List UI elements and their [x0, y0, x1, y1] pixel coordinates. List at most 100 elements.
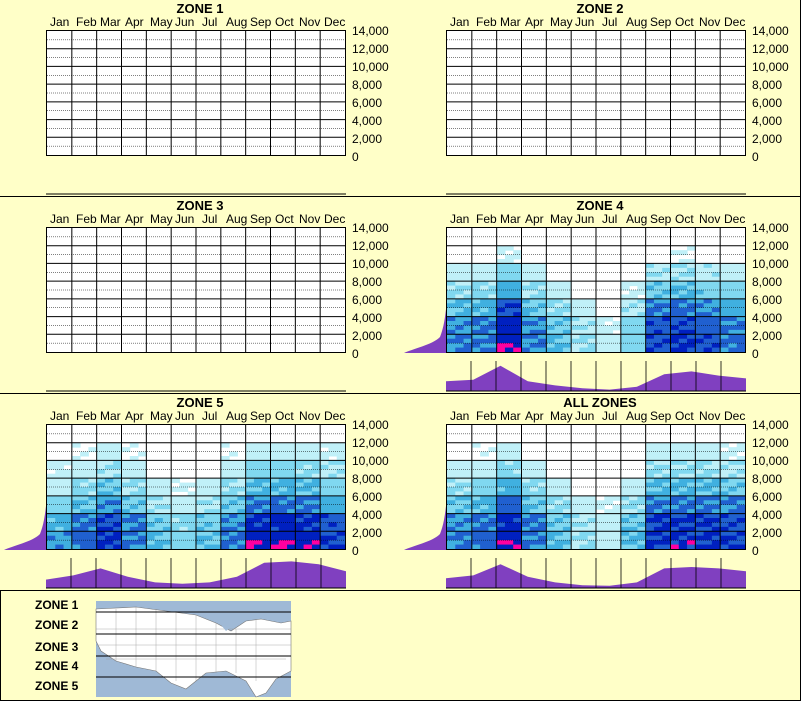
elevation-distribution-area [404, 309, 446, 353]
heat-cell [278, 544, 288, 549]
heat-cell [496, 245, 506, 251]
heat-cell [662, 334, 671, 340]
heat-cell [653, 343, 663, 349]
heat-cell [579, 513, 589, 519]
heat-cell [496, 334, 506, 340]
heat-cell [728, 347, 738, 352]
heat-cell [538, 263, 547, 269]
heat-cell [728, 495, 738, 501]
heat-cell [695, 469, 705, 475]
heat-cell [554, 316, 564, 322]
heat-cell [311, 544, 321, 549]
heat-cell [154, 504, 164, 510]
heat-cell [104, 478, 114, 484]
heat-cell [629, 343, 638, 349]
heat-cell [678, 334, 688, 340]
heat-cell [245, 469, 255, 475]
heat-cell [455, 347, 465, 352]
heat-cell [695, 272, 705, 278]
heat-cell [703, 513, 713, 519]
month-label: Sep [250, 212, 272, 226]
heat-cell [645, 263, 655, 269]
heat-cell [521, 347, 531, 352]
heat-cell [47, 504, 56, 510]
heat-cell [278, 469, 288, 475]
y-tick-label: 2,000 [752, 526, 783, 540]
heat-cell [678, 343, 688, 349]
month-label: Nov [699, 212, 721, 226]
heat-cell [71, 460, 81, 466]
y-tick-label: 4,000 [752, 114, 783, 128]
heat-cell [687, 272, 696, 278]
heat-cell [695, 334, 705, 340]
heat-cell [311, 460, 321, 466]
heat-cell [711, 316, 721, 322]
heat-cell [720, 513, 729, 519]
month-label: Jul [202, 15, 218, 29]
panel-6: ALL ZONES Jan Feb Mar Apr May Jun Jul Aug Sep Oct N… [400, 394, 800, 590]
heat-cell [612, 347, 622, 352]
heat-cell [645, 460, 655, 466]
legend-zone-1: ZONE 1 [35, 598, 79, 612]
heat-cell [571, 307, 580, 313]
heat-cell [504, 442, 514, 448]
heat-cell [703, 307, 713, 313]
heat-cell [670, 460, 680, 466]
heat-cell [171, 522, 180, 528]
y-tick-label: 8,000 [752, 472, 783, 486]
heat-cell [71, 487, 81, 492]
heat-cell [645, 290, 655, 295]
heat-cell [480, 504, 489, 510]
heat-cell [521, 540, 531, 546]
heat-cell [245, 442, 255, 448]
heat-cell [463, 334, 473, 340]
heat-cell [295, 504, 305, 510]
heat-cell [80, 487, 89, 492]
heat-cell [311, 442, 321, 448]
heat-cell [662, 281, 671, 287]
heat-cell [496, 325, 506, 331]
heat-cell [455, 343, 465, 349]
heat-cell [513, 522, 522, 528]
heat-cell [320, 504, 329, 510]
heat-cell [695, 460, 705, 466]
heat-cell [447, 504, 456, 510]
heat-cell [521, 298, 531, 304]
heat-cell [687, 531, 696, 537]
heat-cell [728, 263, 738, 269]
heat-cell [736, 343, 745, 349]
month-label: Apr [525, 15, 544, 29]
heat-cell [579, 316, 589, 322]
heat-cell [138, 460, 147, 466]
heat-cell [629, 504, 638, 510]
month-label: May [550, 212, 573, 226]
y-tick-label: 14,000 [352, 24, 389, 38]
heat-cell [455, 478, 465, 484]
heat-cell [687, 487, 696, 492]
heat-cell [488, 513, 498, 519]
heat-cell [245, 460, 255, 466]
heat-cell [703, 290, 713, 295]
y-tick-label: 2,000 [352, 132, 383, 146]
heat-cell [196, 522, 205, 528]
heat-cell [204, 544, 214, 549]
heat-cell [504, 254, 514, 260]
heat-cell [670, 343, 680, 349]
heat-cell [463, 460, 473, 466]
heat-cell [179, 513, 189, 519]
heat-cell [71, 544, 81, 549]
heat-cell [311, 495, 321, 501]
panel-2: ZONE 2 Jan Feb Mar Apr May Jun Jul Aug Sep Oct Nov D… [400, 0, 800, 196]
heat-cell [311, 513, 321, 519]
heat-cell [513, 254, 522, 260]
y-tick-label: 10,000 [752, 454, 789, 468]
heat-cell [736, 307, 745, 313]
heat-cell [645, 544, 655, 549]
heat-cell [63, 487, 73, 492]
heat-cell [204, 540, 214, 546]
heat-cell [455, 513, 465, 519]
month-label: Jun [575, 409, 595, 423]
heat-cell [579, 298, 589, 304]
heat-cell [471, 469, 481, 475]
heat-cell [55, 531, 65, 537]
